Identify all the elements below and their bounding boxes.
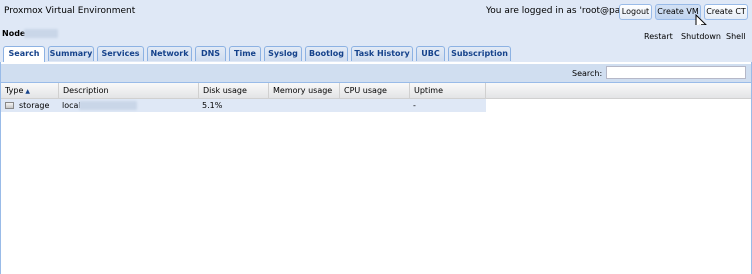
cell-description: local: [62, 101, 81, 110]
app-title: Proxmox Virtual Environment: [4, 6, 136, 16]
column-type-label: Type: [5, 86, 24, 95]
top-bar: Proxmox Virtual Environment You are logg…: [0, 0, 752, 25]
search-input[interactable]: [606, 66, 746, 79]
cell-type: storage: [19, 101, 50, 110]
create-ct-button[interactable]: Create CT: [704, 4, 748, 20]
shutdown-button[interactable]: Shutdown: [681, 32, 721, 41]
sort-ascending-icon: ▲: [25, 88, 30, 95]
column-cpu-usage[interactable]: CPU usage: [340, 83, 410, 98]
column-type[interactable]: Type ▲: [1, 83, 59, 98]
grid-header: Type ▲ Description Disk usage Memory usag…: [1, 83, 751, 99]
cell-disk-usage: 5.1%: [202, 101, 223, 110]
logout-button[interactable]: Logout: [619, 4, 652, 20]
restart-button[interactable]: Restart: [644, 32, 673, 41]
column-description[interactable]: Description: [59, 83, 199, 98]
tab-summary[interactable]: Summary: [48, 46, 94, 61]
login-message: You are logged in as 'root@pam': [486, 6, 632, 16]
description-redacted: [79, 101, 137, 110]
column-memory-usage[interactable]: Memory usage: [269, 83, 340, 98]
tab-bar: Search Summary Services Network DNS Time…: [0, 46, 752, 63]
tab-ubc[interactable]: UBC: [416, 46, 445, 61]
storage-icon: [5, 102, 14, 109]
node-label: Node: [2, 29, 26, 38]
tab-time[interactable]: Time: [229, 46, 261, 61]
search-toolbar: Search:: [1, 64, 751, 83]
tab-task-history[interactable]: Task History: [351, 46, 413, 61]
tab-dns[interactable]: DNS: [195, 46, 226, 61]
table-row[interactable]: storage local 5.1% -: [1, 99, 486, 112]
column-uptime[interactable]: Uptime: [410, 83, 486, 98]
search-panel: Search: Type ▲ Description Disk usage Mem…: [0, 62, 752, 274]
tab-subscription[interactable]: Subscription: [448, 46, 511, 61]
tab-syslog[interactable]: Syslog: [264, 46, 302, 61]
tab-search[interactable]: Search: [3, 46, 45, 62]
search-label: Search:: [572, 69, 603, 78]
node-name-redacted: [24, 29, 58, 38]
tab-services[interactable]: Services: [97, 46, 144, 61]
tab-bootlog[interactable]: Bootlog: [305, 46, 348, 61]
cell-uptime: -: [413, 101, 416, 110]
tab-network[interactable]: Network: [147, 46, 192, 61]
node-panel: Node Restart Shutdown Shell Search Summa…: [0, 25, 752, 274]
column-disk-usage[interactable]: Disk usage: [199, 83, 269, 98]
shell-button[interactable]: Shell: [726, 32, 746, 41]
node-header: Node Restart Shutdown Shell: [0, 25, 752, 44]
